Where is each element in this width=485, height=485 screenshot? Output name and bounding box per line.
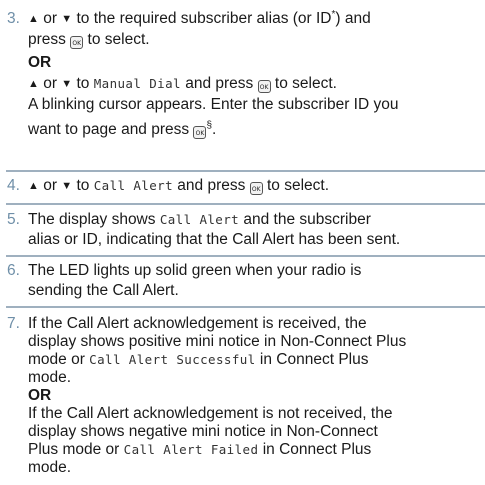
step-7-line-4: mode.	[28, 369, 72, 386]
step-number: 6.	[7, 262, 20, 279]
step-7-line-7: display shows negative mini notice in No…	[28, 423, 378, 440]
step-number: 7.	[7, 315, 20, 332]
divider	[6, 255, 485, 257]
step-5-line-2: alias or ID, indicating that the Call Al…	[28, 231, 401, 248]
ok-menu-button-icon: OK	[70, 36, 84, 49]
step-7: 7. If the Call Alert acknowledgement is …	[0, 315, 485, 477]
step-6-line-2: sending the Call Alert.	[28, 282, 179, 299]
divider	[6, 170, 485, 172]
step-7-line-3: mode or Call Alert Successful in Connect…	[28, 351, 369, 368]
step-7-line-1: If the Call Alert acknowledgement is rec…	[28, 315, 367, 332]
display-text-call-alert-failed: Call Alert Failed	[123, 442, 259, 457]
down-arrow-icon: ▼	[61, 13, 73, 25]
step-number: 3.	[7, 10, 20, 27]
step-3: 3. ▲ or ▼ to the required subscriber ali…	[0, 8, 485, 139]
step-7-line-6: If the Call Alert acknowledgement is not…	[28, 405, 393, 422]
menu-item-manual-dial: Manual Dial	[93, 76, 181, 91]
step-7-line-2: display shows positive mini notice in No…	[28, 333, 407, 350]
divider	[6, 203, 485, 205]
up-arrow-icon: ▲	[28, 78, 39, 90]
step-7-line-9: mode.	[28, 459, 72, 476]
ok-menu-button-icon: OK	[193, 126, 207, 139]
step-5-line-1: The display shows Call Alert and the sub…	[28, 211, 371, 228]
step-3-line-4: ▲ or ▼ to Manual Dial and press OK to se…	[28, 75, 337, 93]
or-label: OR	[28, 54, 52, 71]
ok-menu-button-icon: OK	[249, 182, 263, 195]
up-arrow-icon: ▲	[28, 180, 39, 192]
step-3-line-5: A blinking cursor appears. Enter the sub…	[28, 96, 399, 113]
step-number: 5.	[7, 211, 20, 228]
manual-page: 3. ▲ or ▼ to the required subscriber ali…	[0, 0, 485, 485]
step-6: 6. The LED lights up solid green when yo…	[0, 262, 485, 300]
display-text-call-alert-successful: Call Alert Successful	[89, 352, 256, 367]
down-arrow-icon: ▼	[61, 180, 73, 192]
step-number: 4.	[7, 177, 20, 194]
up-arrow-icon: ▲	[28, 13, 39, 25]
step-5: 5. The display shows Call Alert and the …	[0, 211, 485, 249]
display-text-call-alert: Call Alert	[159, 212, 240, 227]
step-3-line-2: press OK to select.	[28, 31, 150, 49]
down-arrow-icon: ▼	[61, 78, 73, 90]
step-7-line-8: Plus mode or Call Alert Failed in Connec…	[28, 441, 372, 458]
step-6-line-1: The LED lights up solid green when your …	[28, 262, 362, 279]
step-3-line-1: ▲ or ▼ to the required subscriber alias …	[28, 8, 371, 27]
divider	[6, 306, 485, 308]
or-label: OR	[28, 387, 52, 404]
step-4-line-1: ▲ or ▼ to Call Alert and press OK to sel…	[28, 177, 330, 195]
ok-menu-button-icon: OK	[257, 80, 271, 93]
menu-item-call-alert: Call Alert	[93, 178, 173, 193]
step-3-line-6: want to page and press OK§.	[28, 119, 217, 139]
step-4: 4. ▲ or ▼ to Call Alert and press OK to …	[0, 177, 485, 195]
